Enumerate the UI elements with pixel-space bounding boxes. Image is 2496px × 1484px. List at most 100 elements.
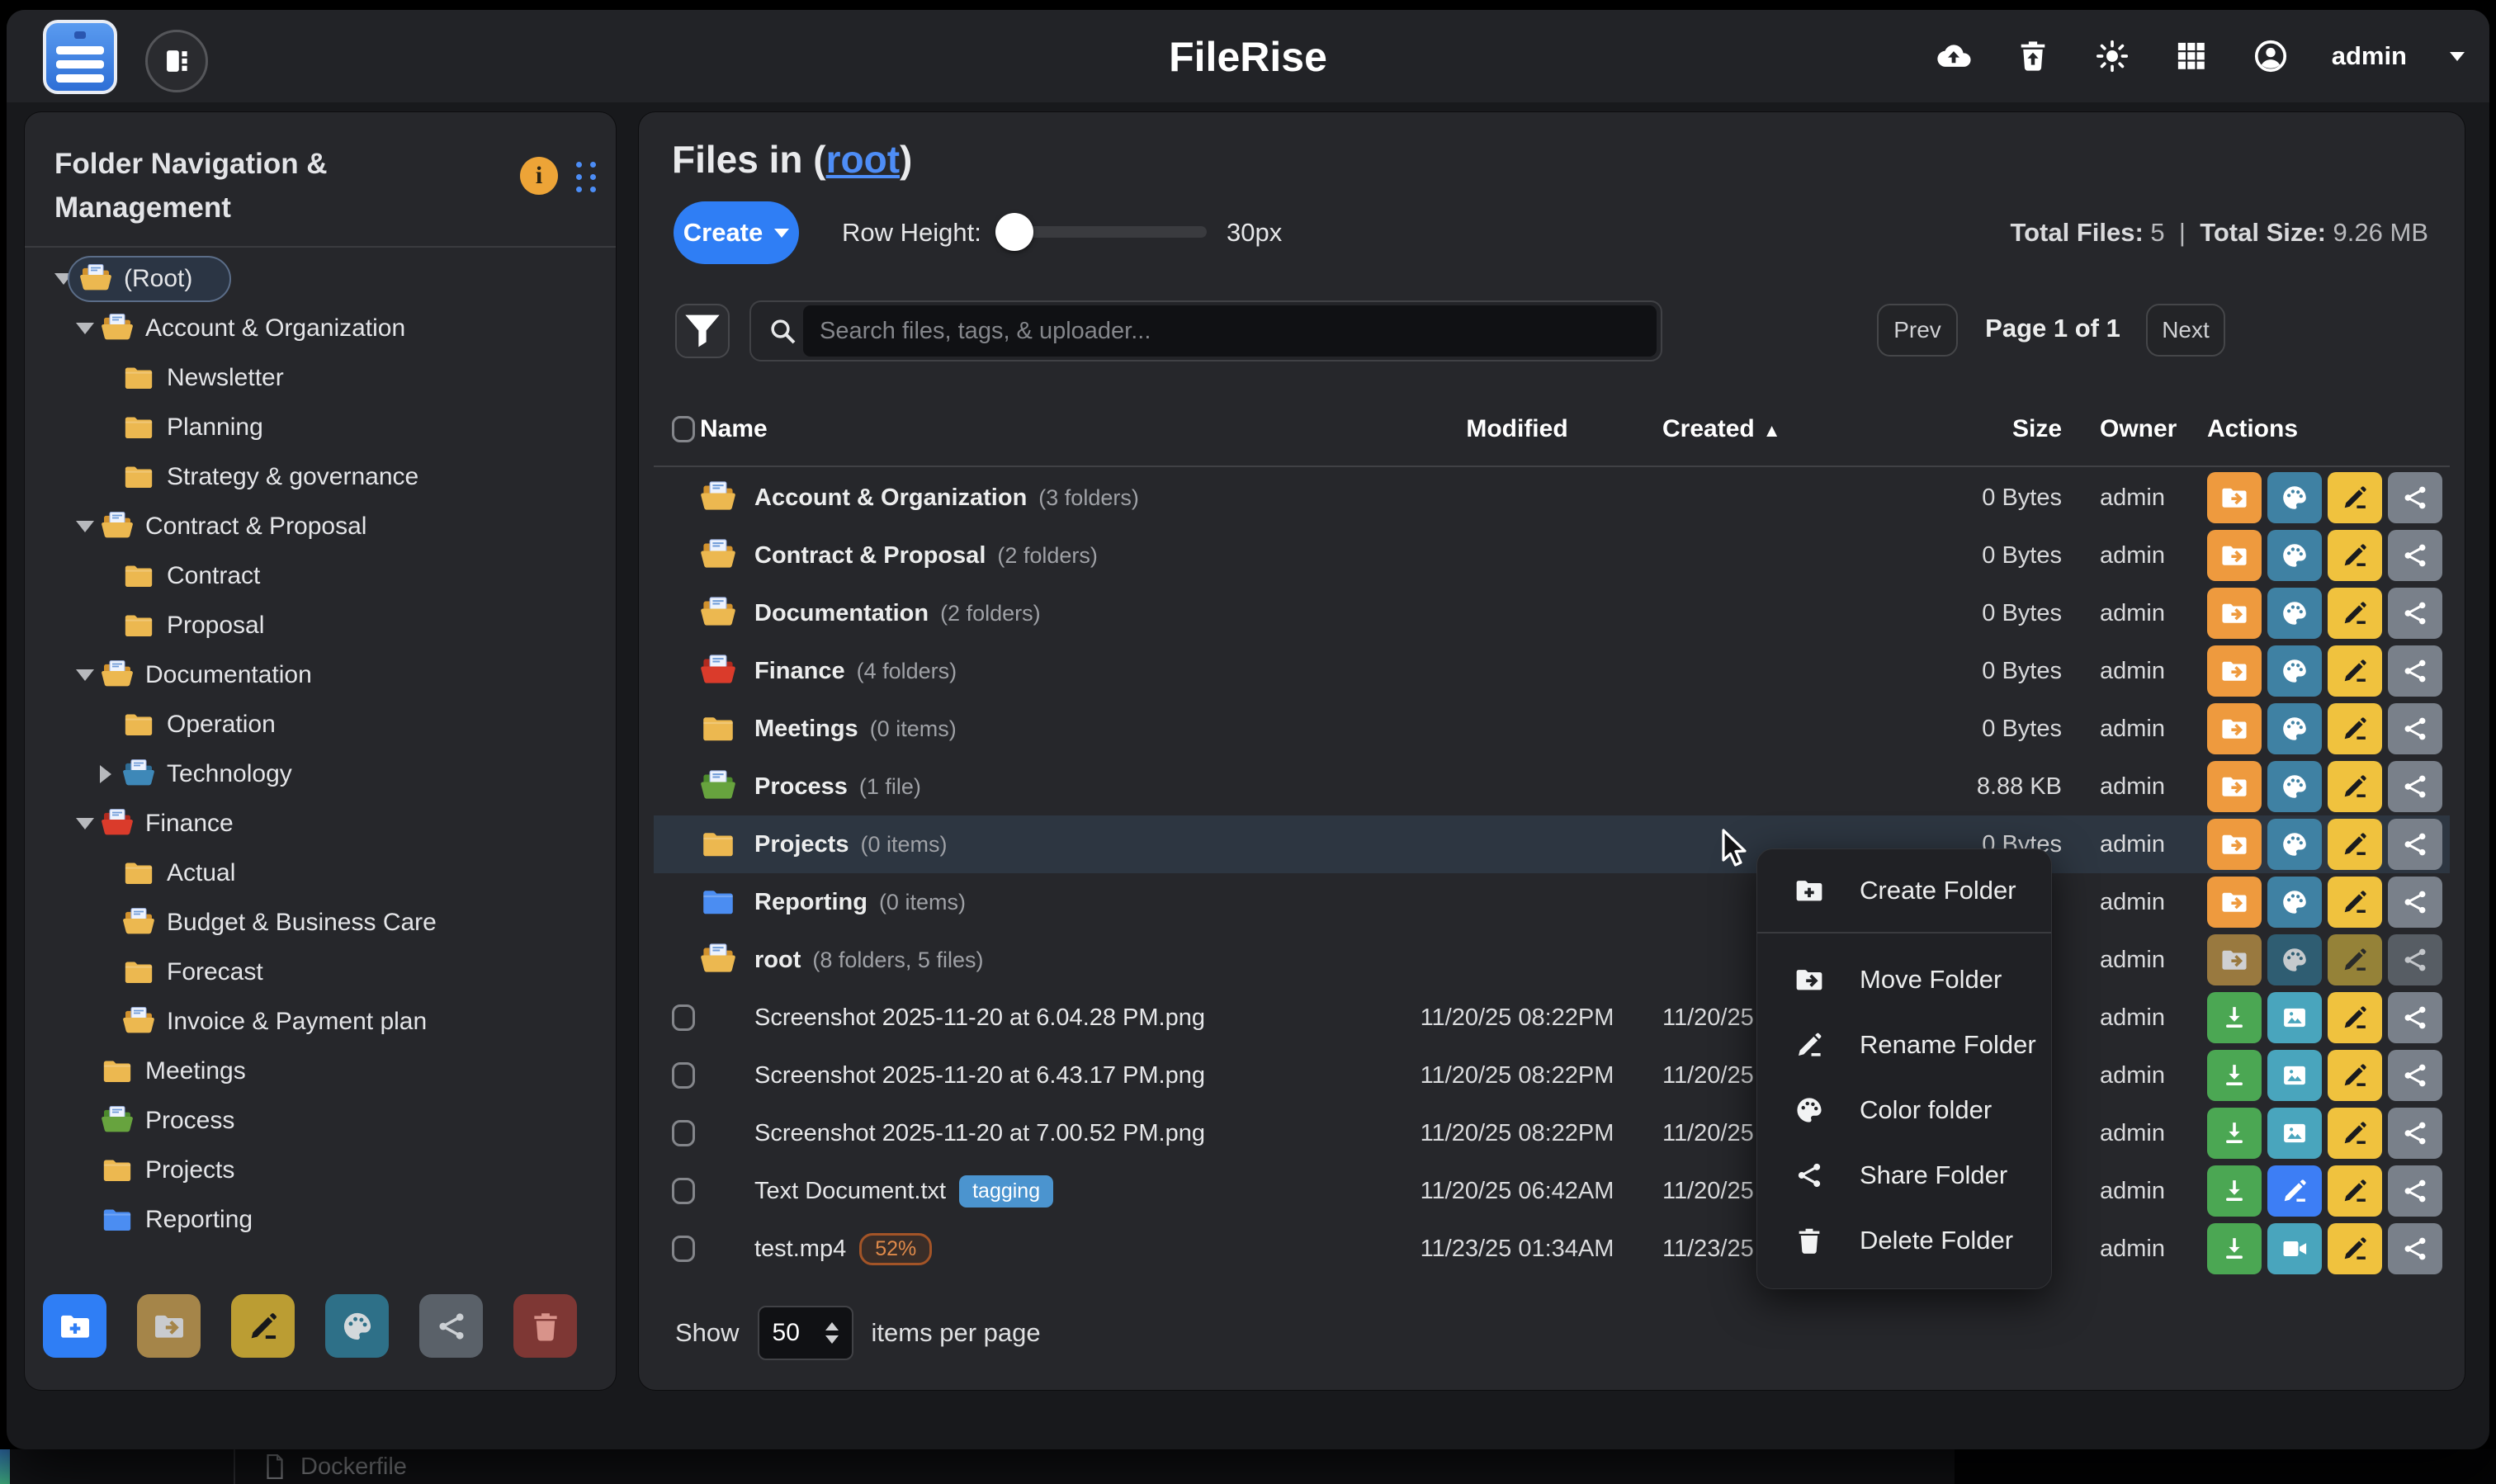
pencil-action-button[interactable] (2328, 934, 2382, 985)
pencil-action-button[interactable] (2328, 645, 2382, 697)
tree-item-contract[interactable]: Contract (25, 551, 616, 601)
search-input[interactable] (818, 317, 1614, 346)
folder-arrow-action-button[interactable] (2207, 877, 2262, 928)
share-action-button[interactable] (2388, 877, 2442, 928)
drag-handle-icon[interactable] (576, 162, 598, 193)
pencil-action-button[interactable] (2328, 1165, 2382, 1217)
menu-item-create-folder[interactable]: Create Folder (1757, 861, 2051, 920)
folder-arrow-action-button[interactable] (2207, 472, 2262, 523)
folder-row-finance[interactable]: Finance (4 folders) 0 Bytes admin (654, 642, 2450, 700)
share-action-button[interactable] (2388, 1223, 2442, 1274)
download-action-button[interactable] (2207, 1165, 2262, 1217)
item-name[interactable]: Documentation (754, 600, 929, 627)
tree-item-invoice-payment-plan[interactable]: Invoice & Payment plan (25, 997, 616, 1047)
row-checkbox[interactable] (672, 1004, 695, 1031)
folder-arrow-action-button[interactable] (2207, 703, 2262, 754)
folder-row-meetings[interactable]: Meetings (0 items) 0 Bytes admin (654, 700, 2450, 758)
pencil-action-button[interactable] (2328, 530, 2382, 581)
share-action-button[interactable] (2388, 761, 2442, 812)
tree-item-finance[interactable]: Finance (25, 799, 616, 848)
folder-row-reporting[interactable]: Reporting (0 items) admin (654, 873, 2450, 931)
pencil-action-button[interactable] (2328, 819, 2382, 870)
expand-arrow-icon[interactable] (76, 323, 94, 334)
file-row-screenshot-2025-11-20-at-6-04-28-pm-png[interactable]: Screenshot 2025-11-20 at 6.04.28 PM.png … (654, 989, 2450, 1047)
trash-restore-icon[interactable] (2015, 38, 2051, 74)
image-action-button[interactable] (2267, 992, 2322, 1043)
folder-arrow-action-button[interactable] (2207, 530, 2262, 581)
download-action-button[interactable] (2207, 1223, 2262, 1274)
tree-item-contract-proposal[interactable]: Contract & Proposal (25, 502, 616, 551)
expand-arrow-icon[interactable] (76, 818, 94, 829)
folder-arrow-action-button[interactable] (2207, 819, 2262, 870)
share-action-button[interactable] (2388, 992, 2442, 1043)
next-page-button[interactable]: Next (2146, 304, 2225, 357)
folder-row-account-organization[interactable]: Account & Organization (3 folders) 0 Byt… (654, 469, 2450, 527)
row-checkbox[interactable] (672, 1178, 695, 1204)
expand-arrow-icon[interactable] (76, 521, 94, 532)
row-checkbox[interactable] (672, 1236, 695, 1262)
share-action-button[interactable] (2388, 934, 2442, 985)
select-all-checkbox[interactable] (672, 416, 695, 442)
delete-folder-button[interactable] (513, 1294, 577, 1358)
item-name[interactable]: Projects (754, 831, 849, 858)
folder-row-process[interactable]: Process (1 file) 8.88 KB admin (654, 758, 2450, 815)
rename-folder-button[interactable] (231, 1294, 295, 1358)
column-header-modified[interactable]: Modified (1377, 415, 1657, 443)
expand-arrow-icon[interactable] (76, 669, 94, 681)
folder-arrow-action-button[interactable] (2207, 645, 2262, 697)
share-action-button[interactable] (2388, 472, 2442, 523)
share-action-button[interactable] (2388, 1108, 2442, 1159)
upload-cloud-icon[interactable] (1936, 38, 1972, 74)
tree-item-meetings[interactable]: Meetings (25, 1047, 616, 1096)
item-name[interactable]: Contract & Proposal (754, 542, 986, 569)
tree-item-projects[interactable]: Projects (25, 1146, 616, 1195)
column-header-owner[interactable]: Owner (2070, 415, 2202, 443)
tree-item-reporting[interactable]: Reporting (25, 1195, 616, 1245)
theme-sun-icon[interactable] (2094, 38, 2130, 74)
tree-item-planning[interactable]: Planning (25, 403, 616, 452)
row-height-slider[interactable] (999, 226, 1207, 238)
file-row-screenshot-2025-11-20-at-6-43-17-pm-png[interactable]: Screenshot 2025-11-20 at 6.43.17 PM.png … (654, 1047, 2450, 1104)
share-action-button[interactable] (2388, 645, 2442, 697)
item-name[interactable]: test.mp4 (754, 1236, 846, 1263)
palette-action-button[interactable] (2267, 472, 2322, 523)
palette-action-button[interactable] (2267, 645, 2322, 697)
menu-item-rename-folder[interactable]: Rename Folder (1757, 1012, 2051, 1077)
item-name[interactable]: Finance (754, 658, 845, 685)
chevron-down-icon[interactable] (2450, 52, 2465, 61)
tree-item-proposal[interactable]: Proposal (25, 601, 616, 650)
item-name[interactable]: Process (754, 773, 848, 801)
pencil-action-button[interactable] (2328, 1223, 2382, 1274)
column-header-name[interactable]: Name (700, 415, 1377, 443)
tree-item-budget-business-care[interactable]: Budget & Business Care (25, 898, 616, 948)
download-action-button[interactable] (2207, 1108, 2262, 1159)
tree-item-operation[interactable]: Operation (25, 700, 616, 749)
item-name[interactable]: Text Document.txt (754, 1178, 946, 1205)
item-name[interactable]: Reporting (754, 889, 867, 916)
info-icon[interactable]: i (520, 157, 558, 195)
apps-grid-icon[interactable] (2173, 38, 2210, 74)
move-folder-button[interactable] (137, 1294, 201, 1358)
pencil-action-button[interactable] (2328, 472, 2382, 523)
pencil-action-button[interactable] (2267, 1165, 2322, 1217)
file-row-screenshot-2025-11-20-at-7-00-52-pm-png[interactable]: Screenshot 2025-11-20 at 7.00.52 PM.png … (654, 1104, 2450, 1162)
share-action-button[interactable] (2388, 1050, 2442, 1101)
folder-arrow-action-button[interactable] (2207, 934, 2262, 985)
collapse-arrow-icon[interactable] (100, 765, 111, 783)
pencil-action-button[interactable] (2328, 588, 2382, 639)
palette-action-button[interactable] (2267, 877, 2322, 928)
palette-action-button[interactable] (2267, 703, 2322, 754)
column-header-created[interactable]: Created▲ (1657, 415, 1905, 443)
image-action-button[interactable] (2267, 1050, 2322, 1101)
tree-item-actual[interactable]: Actual (25, 848, 616, 898)
pencil-action-button[interactable] (2328, 1108, 2382, 1159)
video-action-button[interactable] (2267, 1223, 2322, 1274)
folder-row-projects[interactable]: Projects (0 items) 0 Bytes admin (654, 815, 2450, 873)
share-folder-button[interactable] (419, 1294, 483, 1358)
item-name[interactable]: Screenshot 2025-11-20 at 6.43.17 PM.png (754, 1062, 1205, 1089)
palette-action-button[interactable] (2267, 819, 2322, 870)
tree-item-account-organization[interactable]: Account & Organization (25, 304, 616, 353)
share-action-button[interactable] (2388, 1165, 2442, 1217)
folder-arrow-action-button[interactable] (2207, 761, 2262, 812)
folder-arrow-action-button[interactable] (2207, 588, 2262, 639)
